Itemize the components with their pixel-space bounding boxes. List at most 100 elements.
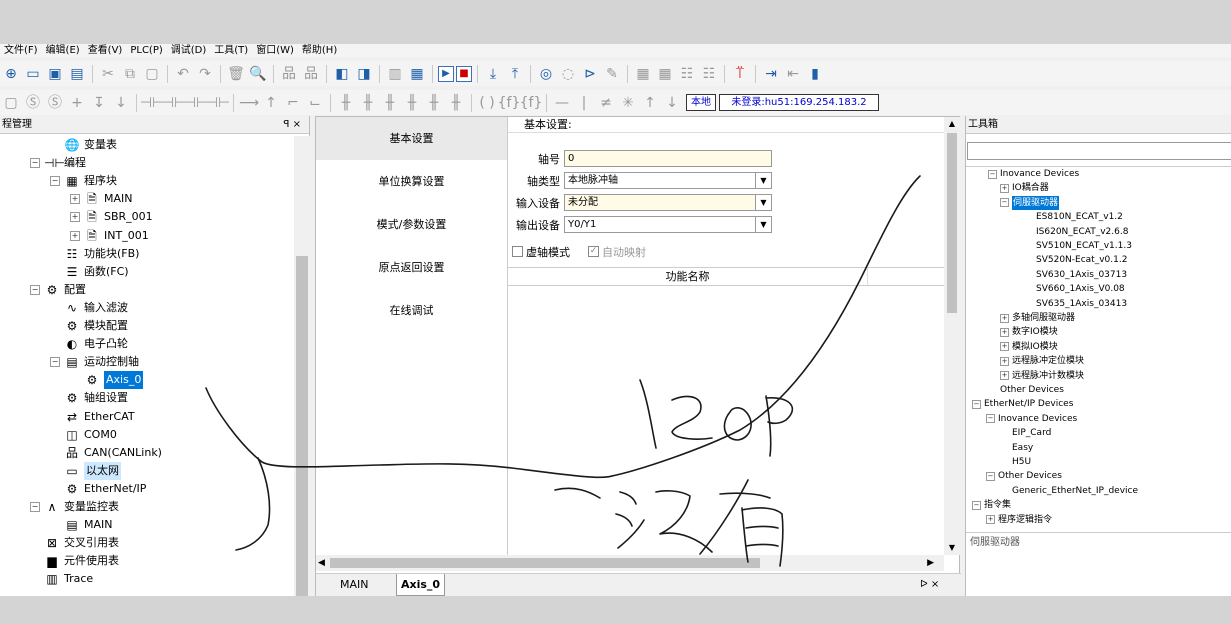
save-icon[interactable]: ▣ (45, 64, 65, 84)
menu-view[interactable]: 查看(V) (84, 44, 127, 57)
toolbox-item[interactable]: + 远程脉冲定位模块 (1000, 354, 1084, 368)
function-2-icon[interactable]: {f} (520, 93, 543, 113)
tree-item-sbr001[interactable]: + 🗎 SBR_001 (70, 208, 153, 226)
toolbox-item[interactable]: SV510N_ECAT_v1.1.3 (1036, 239, 1132, 253)
stop-icon[interactable]: ■ (456, 65, 472, 82)
tab-main[interactable]: MAIN (336, 574, 373, 596)
parallel-2-icon[interactable]: ╫ (358, 93, 378, 113)
contact-down-2-icon[interactable]: ↓ (111, 93, 131, 113)
download-icon[interactable]: ⤓ (483, 64, 503, 84)
monitor-icon[interactable]: ◎ (536, 64, 556, 84)
login-icon[interactable]: ⇥ (761, 64, 781, 84)
collapse-icon[interactable]: − (986, 471, 995, 481)
scroll-thumb[interactable] (947, 133, 957, 313)
window-2-icon[interactable]: ◨ (354, 64, 374, 84)
new-file-icon[interactable]: ⊕ (1, 64, 21, 84)
toolbox-item[interactable]: + 远程脉冲计数模块 (1000, 369, 1084, 383)
editor-vertical-scrollbar[interactable]: ▲ ▼ (944, 117, 960, 555)
ladder-s2-icon[interactable]: Ⓢ (45, 93, 65, 113)
toolbox-item[interactable]: IS620N_ECAT_v2.6.8 (1036, 225, 1128, 239)
compile-icon[interactable]: ▥ (385, 64, 405, 84)
menu-plc[interactable]: PLC(P) (126, 44, 166, 57)
expand-icon[interactable]: + (1000, 371, 1009, 381)
expand-icon[interactable]: + (1000, 183, 1009, 193)
toolbox-item[interactable]: Easy (1012, 441, 1033, 455)
virtual-axis-checkbox[interactable] (512, 246, 523, 257)
contact-plus-icon[interactable]: + (67, 93, 87, 113)
cut-icon[interactable]: ✂ (98, 64, 118, 84)
expand-icon[interactable]: + (70, 230, 80, 241)
search-icon[interactable]: 🔍 (248, 64, 268, 84)
not-icon[interactable]: ≠ (596, 93, 616, 113)
toolbox-item[interactable]: SV635_1Axis_03413 (1036, 297, 1127, 311)
test-icon[interactable]: ⍡ (730, 64, 750, 84)
tree-item-trace[interactable]: ▥ Trace (44, 570, 93, 588)
undo-icon[interactable]: ↶ (173, 64, 193, 84)
tree-item-axis0[interactable]: ⚙ Axis_0 (84, 371, 144, 390)
collapse-icon[interactable]: − (972, 399, 981, 409)
logout-icon[interactable]: ⇤ (783, 64, 803, 84)
tree-item-fb[interactable]: ☷ 功能块(FB) (64, 245, 140, 263)
parallel-5-icon[interactable]: ╫ (424, 93, 444, 113)
toolbox-item[interactable]: + 程序逻辑指令 (986, 513, 1052, 527)
window-icon[interactable]: ◧ (332, 64, 352, 84)
tree-item-element-usage[interactable]: ▆ 元件使用表 (44, 552, 119, 570)
collapse-icon[interactable]: − (30, 502, 40, 512)
upload-icon[interactable]: ⤒ (505, 64, 525, 84)
dropdown-arrow-icon[interactable]: ▼ (755, 195, 771, 210)
expand-icon[interactable]: + (986, 515, 995, 525)
collapse-icon[interactable]: − (30, 284, 40, 295)
nav-online-debug[interactable]: 在线调试 (316, 289, 507, 332)
toolbox-item[interactable]: H5U (1012, 455, 1031, 469)
scroll-down-icon[interactable]: ▼ (944, 541, 960, 555)
line-corner-2-icon[interactable]: ⌙ (305, 93, 325, 113)
build-icon[interactable]: ▦ (407, 64, 427, 84)
parallel-6-icon[interactable]: ╫ (446, 93, 466, 113)
dropdown-arrow-icon[interactable]: ▼ (755, 173, 771, 188)
down-icon[interactable]: ↓ (662, 93, 682, 113)
toolbox-item[interactable]: − Inovance Devices (988, 167, 1079, 181)
network-icon[interactable]: 品 (279, 64, 299, 84)
contact-n-icon[interactable]: ⊣⊢ (206, 93, 230, 113)
tree-item-watch-main[interactable]: ▤ MAIN (64, 516, 112, 534)
collapse-icon[interactable]: − (986, 414, 995, 424)
contact-nc-icon[interactable]: ⊣⊢ (162, 93, 186, 113)
login-status[interactable]: 未登录:hu51:169.254.183.2 (719, 94, 879, 111)
axis-type-select[interactable]: 本地脉冲轴 ▼ (564, 172, 772, 189)
network-2-icon[interactable]: 品 (301, 64, 321, 84)
nav-unit-conversion[interactable]: 单位换算设置 (316, 160, 507, 203)
scroll-left-icon[interactable]: ◀ (318, 555, 325, 571)
menu-debug[interactable]: 调试(D) (167, 44, 211, 57)
function-name-header[interactable]: 功能名称 (508, 268, 868, 285)
nav-basic-settings[interactable]: 基本设置 (316, 117, 507, 160)
contact-down-icon[interactable]: ↧ (89, 93, 109, 113)
menu-tools[interactable]: 工具(T) (210, 44, 252, 57)
toolbox-search-input[interactable] (967, 142, 1231, 160)
tree-item-programming[interactable]: − ⊣⊢ 编程 (30, 154, 86, 172)
nav-mode-params[interactable]: 模式/参数设置 (316, 203, 507, 246)
tree-item-ethernet[interactable]: ▭ 以太网 (64, 461, 121, 480)
toolbox-item[interactable]: + IO耦合器 (1000, 181, 1049, 195)
expand-icon[interactable]: + (1000, 327, 1009, 337)
scroll-thumb[interactable] (296, 256, 308, 596)
tree-item-config[interactable]: − ⚙ 配置 (30, 281, 86, 299)
menu-help[interactable]: 帮助(H) (298, 44, 341, 57)
expand-icon[interactable]: + (70, 194, 80, 205)
ladder-ad-icon[interactable]: ▢ (1, 93, 21, 113)
monitor-off-icon[interactable]: ◌ (558, 64, 578, 84)
line-corner-icon[interactable]: ⌐ (283, 93, 303, 113)
expand-icon[interactable]: + (1000, 313, 1009, 323)
tab-axis0[interactable]: Axis_0 (396, 574, 446, 596)
tree-item-main[interactable]: + 🗎 MAIN (70, 190, 133, 208)
toolbox-item[interactable]: − Inovance Devices (986, 412, 1077, 426)
collapse-icon[interactable]: − (30, 158, 40, 169)
toolbox-item[interactable]: SV660_1Axis_V0.08 (1036, 282, 1125, 296)
project-scrollbar[interactable] (294, 136, 310, 596)
tree-item-variable-table[interactable]: 🌐 变量表 (64, 136, 117, 154)
tree-item-fc[interactable]: ☰ 函数(FC) (64, 263, 129, 281)
ladder-s-icon[interactable]: Ⓢ (23, 93, 43, 113)
toolbox-item[interactable]: − Other Devices (986, 469, 1062, 483)
toolbox-item[interactable]: + 多轴伺服驱动器 (1000, 311, 1075, 325)
output-device-select[interactable]: Y0/Y1 ▼ (564, 216, 772, 233)
collapse-icon[interactable]: − (1000, 198, 1009, 208)
